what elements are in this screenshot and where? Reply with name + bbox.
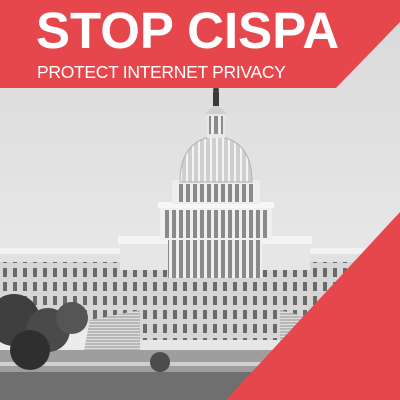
bottom-right-triangle: [226, 212, 400, 400]
headline: STOP CISPA: [36, 2, 340, 59]
subheadline: PROTECT INTERNET PRIVACY: [37, 62, 286, 82]
cispa-poster: STOP CISPA PROTECT INTERNET PRIVACY: [0, 0, 400, 400]
red-banner-shapes: [0, 0, 400, 400]
